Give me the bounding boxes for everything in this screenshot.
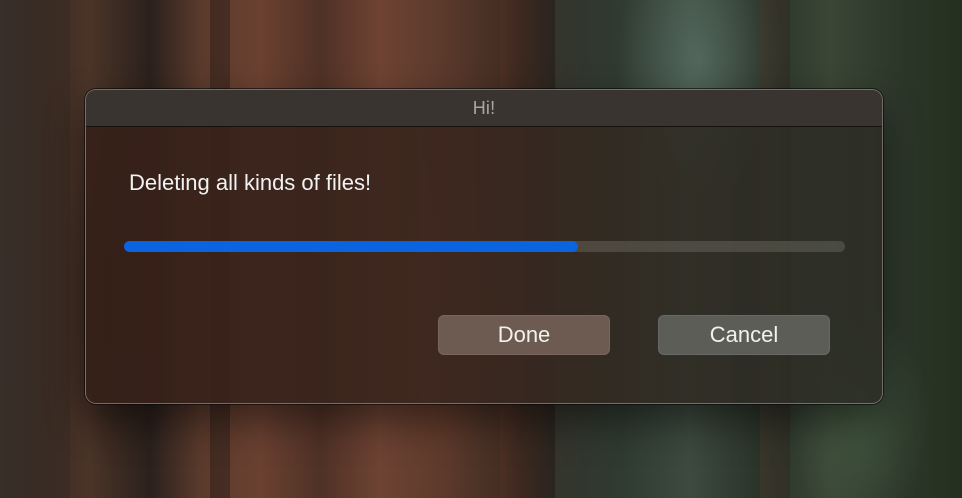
progress-bar-fill	[124, 241, 579, 252]
progress-bar	[124, 241, 845, 252]
done-button[interactable]: Done	[438, 315, 610, 355]
dialog-message: Deleting all kinds of files!	[129, 170, 372, 195]
progress-dialog: Hi! Deleting all kinds of files! Done Ca…	[85, 89, 883, 404]
cancel-button[interactable]: Cancel	[658, 315, 830, 355]
wallpaper-tree-trunk	[0, 0, 70, 498]
dialog-title: Hi!	[472, 97, 496, 118]
dialog-titlebar[interactable]: Hi!	[86, 90, 882, 127]
